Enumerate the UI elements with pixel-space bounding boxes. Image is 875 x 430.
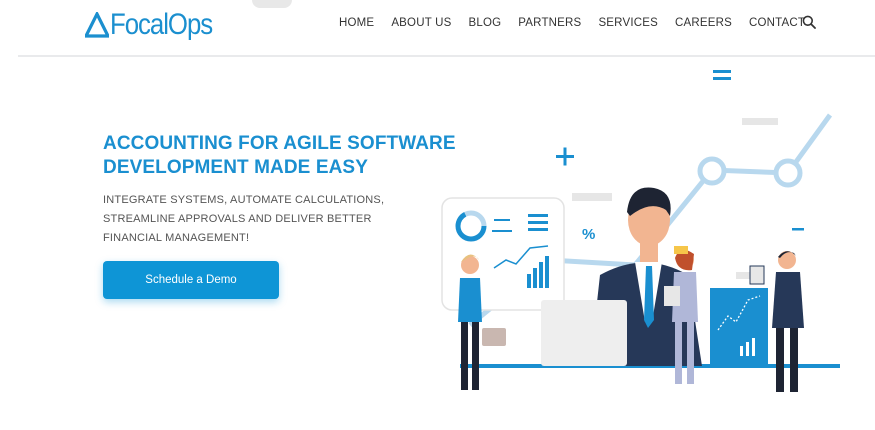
nav-careers[interactable]: CAREERS: [675, 17, 732, 29]
header-divider: [18, 55, 875, 57]
presentation-board: [710, 288, 768, 364]
decorative-bar: [742, 118, 778, 125]
nav-home[interactable]: HOME: [339, 17, 374, 29]
nav-partners[interactable]: PARTNERS: [518, 17, 581, 29]
decorative-bar: [572, 193, 612, 201]
logo-triangle-icon: [85, 12, 109, 38]
hero-title-line-1: ACCOUNTING FOR AGILE SOFTWARE: [103, 133, 456, 154]
equals-icon: [713, 70, 731, 80]
hero-illustration: %: [441, 70, 840, 392]
percent-label: %: [582, 226, 595, 243]
hero-subtitle: INTEGRATE SYSTEMS, AUTOMATE CALCULATIONS…: [103, 191, 403, 248]
main-nav: HOME ABOUT US BLOG PARTNERS SERVICES CAR…: [339, 15, 822, 31]
decorative-shadow: [252, 0, 292, 8]
site-header: FocalOps HOME ABOUT US BLOG PARTNERS SER…: [0, 0, 875, 56]
hero-subtitle-line-1: INTEGRATE SYSTEMS, AUTOMATE CALCULATIONS…: [103, 194, 385, 206]
minus-icon: [792, 228, 804, 231]
nav-services[interactable]: SERVICES: [598, 17, 658, 29]
plus-icon: [556, 147, 574, 166]
nav-contact[interactable]: CONTACT: [749, 17, 805, 29]
nav-about-us[interactable]: ABOUT US: [391, 17, 451, 29]
nav-blog[interactable]: BLOG: [469, 17, 502, 29]
schedule-demo-button[interactable]: Schedule a Demo: [103, 261, 279, 299]
logo[interactable]: FocalOps: [85, 6, 229, 44]
hero-subtitle-line-3: FINANCIAL MANAGEMENT!: [103, 232, 250, 244]
search-icon[interactable]: [802, 15, 816, 29]
logo-text: FocalOps: [110, 8, 213, 41]
hero-title-line-2: DEVELOPMENT MADE EASY: [103, 157, 368, 178]
hero-subtitle-line-2: STREAMLINE APPROVALS AND DELIVER BETTER: [103, 213, 372, 225]
